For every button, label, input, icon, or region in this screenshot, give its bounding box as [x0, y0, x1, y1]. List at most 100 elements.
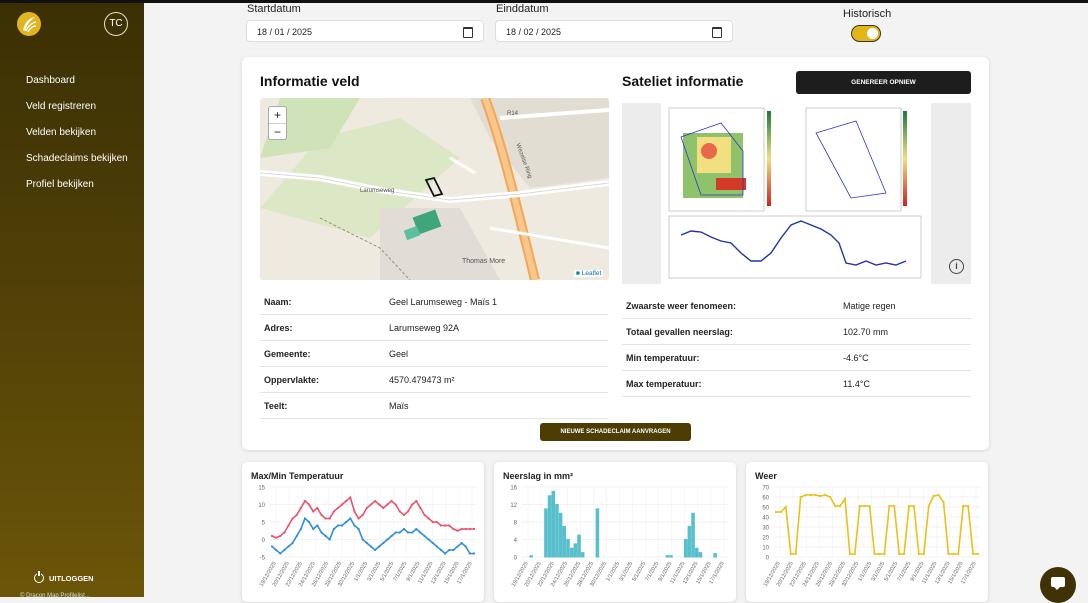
- data-point: [853, 552, 856, 556]
- data-point: [472, 527, 476, 531]
- data-point: [427, 517, 430, 520]
- data-point: [947, 552, 950, 556]
- logout-button[interactable]: UITLOGGEN: [34, 571, 94, 583]
- data-point: [353, 524, 356, 527]
- data-point: [415, 527, 418, 531]
- data-point: [373, 499, 377, 503]
- end-date-input[interactable]: 18 / 02 / 2025: [495, 20, 733, 42]
- data-point: [893, 504, 896, 508]
- data-point: [287, 545, 290, 548]
- data-point: [419, 531, 422, 534]
- field-map[interactable]: Larumseweg Wezelse Ring R14 Thomas More: [260, 98, 609, 280]
- calendar-icon[interactable]: [712, 27, 722, 38]
- sidebar-item-schadeclaims-bekijken[interactable]: Schadeclaims bekijken: [26, 150, 128, 176]
- data-point: [369, 545, 373, 548]
- data-point: [863, 504, 866, 508]
- y-tick-label: 20: [762, 536, 769, 542]
- sidebar-item-velden-bekijken[interactable]: Velden bekijken: [26, 124, 128, 150]
- y-tick-label: 16: [510, 486, 517, 492]
- bar: [698, 552, 703, 558]
- calendar-icon[interactable]: [463, 27, 473, 38]
- map-attribution[interactable]: ■ Leaflet: [574, 270, 604, 277]
- leaflet-link[interactable]: Leaflet: [582, 270, 602, 277]
- sidebar-item-veld-registreren[interactable]: Veld registreren: [26, 98, 128, 124]
- bar: [665, 555, 670, 558]
- data-point: [394, 503, 397, 506]
- bar: [544, 508, 548, 558]
- historic-toggle[interactable]: [851, 25, 881, 42]
- data-point: [448, 524, 451, 527]
- data-point: [365, 506, 368, 510]
- weather-chart: 70605040302010019/12/202520/12/202522/12…: [762, 486, 980, 588]
- avatar[interactable]: TC: [104, 12, 128, 36]
- data-point: [390, 534, 393, 538]
- toggle-knob: [867, 27, 878, 39]
- zoom-in-button[interactable]: +: [269, 107, 286, 124]
- data-point: [316, 506, 319, 510]
- data-point: [308, 503, 311, 506]
- table-row: Oppervlakte: 4570.479473 m²: [260, 366, 608, 393]
- table-value: Maïs: [385, 392, 608, 419]
- data-point: [789, 552, 792, 556]
- data-point: [402, 527, 406, 531]
- bar: [683, 539, 688, 558]
- zoom-out-button[interactable]: −: [269, 124, 286, 140]
- data-point: [299, 506, 302, 510]
- sidebar-footer: © Dracon Map Profilelist...: [20, 593, 90, 599]
- bar: [555, 504, 559, 558]
- data-point: [386, 538, 389, 541]
- table-value: 102.70 mm: [839, 318, 971, 345]
- data-point: [439, 548, 443, 552]
- y-tick-label: 40: [762, 516, 769, 522]
- y-tick-label: 4: [514, 538, 518, 544]
- bar: [566, 539, 570, 558]
- data-point: [468, 527, 471, 531]
- data-point: [883, 552, 886, 556]
- start-date-input[interactable]: 18 / 01 / 2025: [246, 20, 484, 42]
- data-point: [838, 504, 842, 508]
- temperature-chart: 151050-519/12/202520/12/202522/12/202524…: [258, 486, 476, 588]
- start-date-label: Startdatum: [247, 3, 301, 15]
- sidebar-item-dashboard[interactable]: Dashboard: [26, 72, 128, 98]
- y-tick-label: 0: [514, 556, 518, 562]
- y-tick-label: 15: [258, 486, 265, 492]
- data-point: [361, 513, 364, 517]
- data-point: [283, 531, 286, 534]
- map-zoom-control: + −: [268, 106, 287, 140]
- logo-icon[interactable]: [17, 12, 41, 36]
- data-point: [295, 534, 298, 538]
- data-point: [464, 545, 467, 548]
- data-point: [456, 529, 459, 532]
- data-point: [275, 536, 278, 539]
- data-point: [902, 552, 906, 556]
- table-row: Adres: Larumseweg 92A: [260, 314, 608, 341]
- sidebar-item-profiel-bekijken[interactable]: Profiel bekijken: [26, 176, 128, 202]
- data-point: [829, 495, 832, 499]
- data-point: [779, 510, 783, 514]
- data-point: [962, 504, 965, 508]
- data-point: [390, 499, 393, 503]
- data-point: [411, 531, 414, 534]
- data-point: [324, 517, 327, 520]
- data-point: [357, 517, 360, 520]
- data-point: [858, 504, 861, 508]
- regenerate-button[interactable]: GENEREER OPNIEW: [796, 71, 971, 94]
- data-point: [320, 531, 323, 534]
- data-point: [452, 548, 455, 552]
- data-point: [415, 499, 418, 503]
- data-point: [971, 552, 975, 556]
- info-icon[interactable]: i: [949, 259, 964, 274]
- new-claim-button[interactable]: NIEUWE SCHADECLAIM AANVRAGEN: [540, 423, 691, 441]
- table-key: Adres:: [260, 314, 385, 341]
- data-point: [378, 545, 381, 548]
- end-date-value: 18 / 02 / 2025: [506, 27, 562, 37]
- data-point: [279, 534, 282, 538]
- table-key: Min temperatuur:: [622, 344, 839, 371]
- chat-button[interactable]: [1040, 567, 1076, 603]
- y-tick-label: 8: [514, 521, 518, 527]
- table-value: -4.6°C: [839, 344, 971, 371]
- data-point: [922, 552, 925, 556]
- data-point: [888, 504, 891, 508]
- data-point: [353, 510, 356, 513]
- bar: [713, 553, 717, 558]
